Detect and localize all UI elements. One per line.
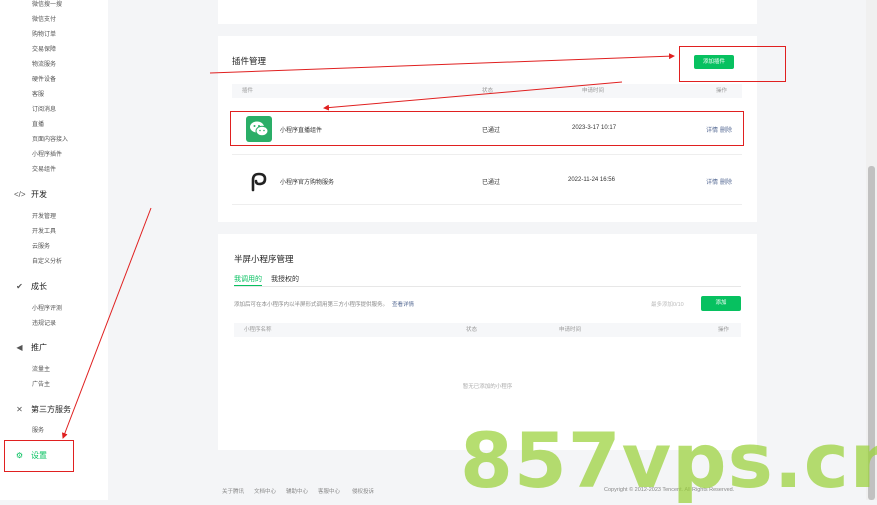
watermark: 857vps.cn [460, 416, 877, 505]
arrow-to-add-plugin [209, 53, 675, 74]
arrow-to-plugin-row [323, 81, 623, 111]
arrow-to-settings [61, 207, 152, 439]
